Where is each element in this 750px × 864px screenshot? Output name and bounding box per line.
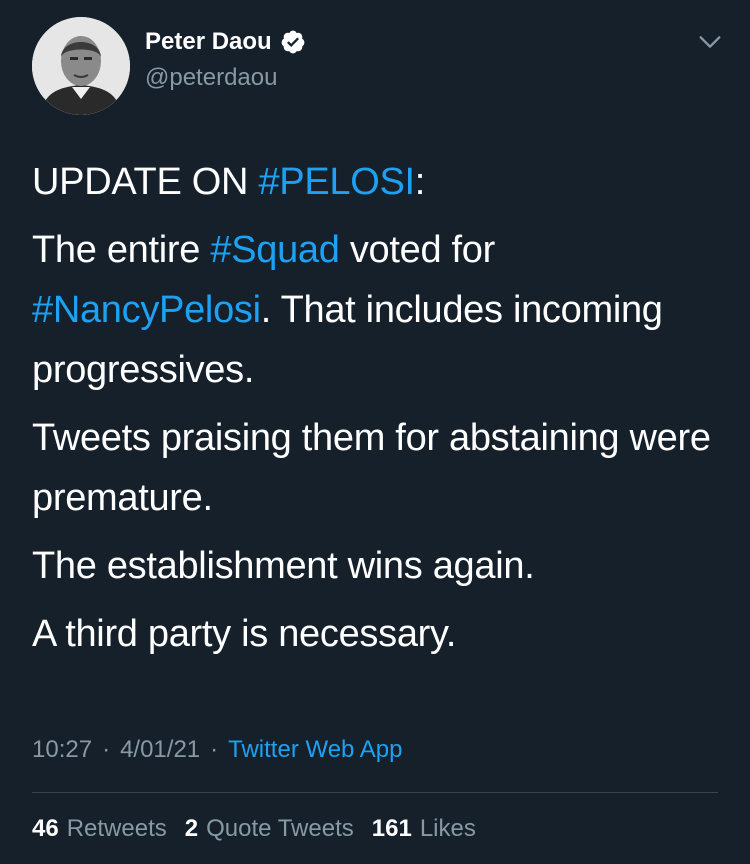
- chevron-down-icon[interactable]: [696, 28, 724, 56]
- tweet-paragraph: A third party is necessary.: [32, 613, 457, 655]
- tweet-time[interactable]: 10:27: [32, 736, 92, 764]
- tweet-source-link[interactable]: Twitter Web App: [228, 736, 402, 764]
- retweets-count: 46: [32, 815, 59, 842]
- tweet-text-segment: voted for: [339, 229, 495, 271]
- avatar[interactable]: [32, 17, 130, 115]
- hashtag-link[interactable]: #Squad: [210, 229, 340, 271]
- tweet-paragraph: The entire #Squad voted for #NancyPelosi…: [32, 220, 722, 400]
- hashtag-link[interactable]: #PELOSI: [258, 161, 415, 203]
- likes-count: 161: [371, 815, 412, 842]
- verified-badge-icon: [281, 30, 305, 54]
- tweet-paragraph: UPDATE ON #PELOSI:: [32, 152, 722, 212]
- hashtag-link[interactable]: #NancyPelosi: [32, 289, 261, 331]
- divider: [32, 792, 718, 793]
- retweets-label: Retweets: [66, 815, 167, 842]
- avatar-image: [32, 17, 130, 115]
- quote-tweets-label: Quote Tweets: [206, 815, 354, 842]
- meta-separator: ·: [210, 736, 219, 763]
- author-handle[interactable]: @peterdaou: [145, 64, 277, 92]
- author-name[interactable]: Peter Daou: [145, 28, 272, 56]
- tweet-meta: 10:27 · 4/01/21 · Twitter Web App: [32, 736, 402, 764]
- likes-stat[interactable]: 161 Likes: [372, 815, 476, 843]
- tweet-paragraph: Tweets praising them for abstaining were…: [32, 417, 711, 519]
- tweet-text-segment: UPDATE ON: [32, 161, 259, 203]
- author-name-row: Peter Daou: [145, 28, 306, 56]
- retweets-stat[interactable]: 46 Retweets: [32, 815, 167, 843]
- tweet-paragraph: The establishment wins again.: [32, 545, 535, 587]
- meta-separator: ·: [102, 736, 111, 763]
- tweet-text: UPDATE ON #PELOSI: The entire #Squad vot…: [32, 152, 722, 672]
- tweet-stats: 46 Retweets 2 Quote Tweets 161 Likes: [32, 815, 494, 843]
- tweet-date[interactable]: 4/01/21: [120, 736, 200, 764]
- tweet-text-segment: :: [414, 161, 426, 203]
- tweet-text-segment: The entire: [32, 229, 211, 271]
- quote-tweets-stat[interactable]: 2 Quote Tweets: [185, 815, 354, 843]
- quote-tweets-count: 2: [184, 815, 199, 842]
- likes-label: Likes: [419, 815, 476, 842]
